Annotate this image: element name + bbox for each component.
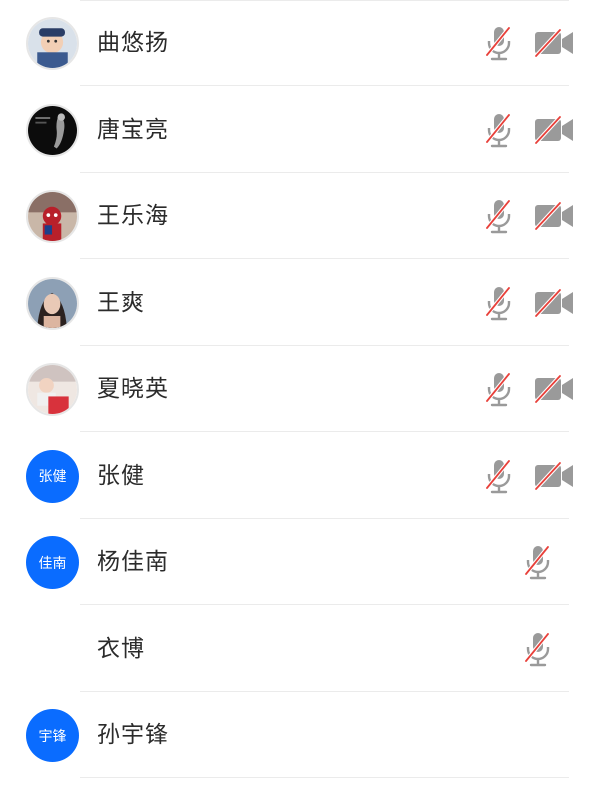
participant-row[interactable]: 宇锋 孙宇锋 [0, 692, 599, 778]
participant-name: 曲悠扬 [97, 30, 169, 56]
avatar [26, 276, 79, 330]
mic-muted-icon[interactable] [523, 631, 553, 667]
participant-name: 张健 [97, 462, 145, 489]
participant-name: 唐宝亮 [97, 116, 169, 143]
participant-name: 衣博 [97, 635, 145, 662]
participant-name: 夏晓英 [97, 376, 169, 402]
camera-off-icon[interactable] [533, 374, 575, 404]
mic-muted-icon[interactable] [484, 112, 514, 148]
avatar: 宇锋 [26, 709, 79, 762]
camera-off-icon[interactable] [533, 288, 575, 318]
camera-off-icon[interactable] [533, 201, 575, 231]
participant-name: 杨佳南 [97, 549, 169, 575]
mic-muted-icon[interactable] [484, 458, 514, 494]
participant-row[interactable]: 张健 张健 [0, 433, 599, 519]
participant-row[interactable]: 佳南 杨佳南 [0, 519, 599, 605]
mic-muted-icon[interactable] [523, 544, 553, 580]
mic-muted-icon[interactable] [484, 371, 514, 407]
mic-muted-icon[interactable] [484, 198, 514, 234]
participant-name: 王乐海 [97, 203, 169, 229]
participant-row[interactable]: 曲悠扬 [0, 0, 599, 86]
camera-off-icon[interactable] [533, 461, 575, 491]
camera-off-icon[interactable] [533, 115, 575, 145]
avatar [26, 363, 79, 416]
row-divider [80, 777, 569, 778]
avatar [26, 190, 79, 243]
participant-name: 王爽 [97, 289, 145, 316]
avatar: 佳南 [26, 536, 79, 589]
avatar [26, 103, 79, 157]
participant-row[interactable]: 王乐海 [0, 173, 599, 259]
mic-muted-icon[interactable] [484, 285, 514, 321]
avatar: 张健 [26, 449, 79, 503]
participant-name: 孙宇锋 [97, 722, 169, 748]
participant-row[interactable]: 王爽 [0, 260, 599, 346]
avatar [26, 17, 79, 70]
participant-row[interactable]: 唐宝亮 [0, 87, 599, 173]
participant-row[interactable]: 夏晓英 [0, 346, 599, 432]
participant-row[interactable]: 衣博 [0, 606, 599, 692]
participant-list: 曲悠扬 唐宝亮 王乐海 王爽 夏晓英 张健 张健 佳南 杨佳南 衣博 宇锋 孙宇… [0, 0, 599, 790]
camera-off-icon[interactable] [533, 28, 575, 58]
mic-muted-icon[interactable] [484, 25, 514, 61]
